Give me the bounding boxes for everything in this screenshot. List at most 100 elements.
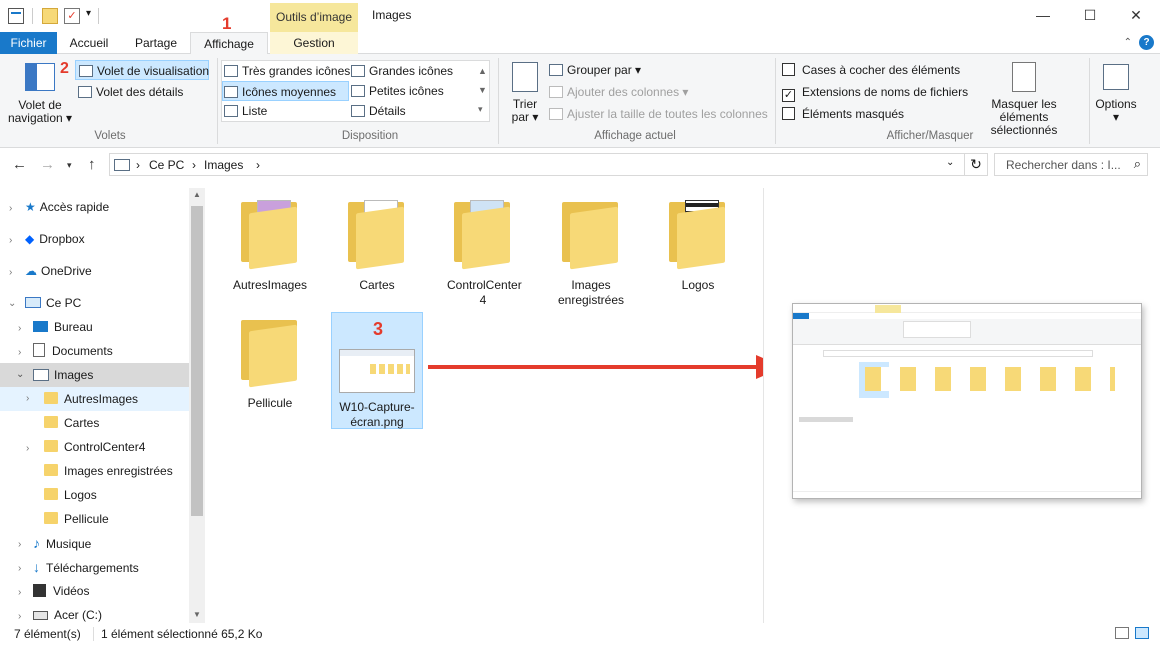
file-name: Images enregistrées — [557, 278, 625, 307]
file-item-logos[interactable]: Logos — [650, 198, 746, 298]
chevron-right-icon[interactable]: › — [9, 235, 12, 246]
sidebar-item-downloads[interactable]: ↓ Téléchargements — [33, 555, 139, 579]
chevron-right-icon[interactable]: › — [18, 347, 21, 358]
search-input[interactable]: Rechercher dans : I... ⌕ — [994, 153, 1148, 176]
sidebar-item-controlcenter4[interactable]: ControlCenter4 — [44, 435, 145, 459]
sidebar-item-quick-access[interactable]: ★ Accès rapide — [25, 195, 109, 219]
chevron-down-icon[interactable]: ⌄ — [16, 363, 24, 387]
annotation-2: 2 — [60, 60, 69, 77]
sidebar-item-autresimages[interactable]: › AutresImages — [0, 387, 189, 411]
options-button[interactable]: Options ▾ — [1092, 62, 1140, 124]
quick-access-dropdown-icon[interactable]: ▾ — [86, 8, 91, 19]
address-bar[interactable]: › Ce PC › Images › — [109, 153, 965, 176]
maximize-button[interactable]: ☐ — [1067, 0, 1113, 30]
chevron-right-icon[interactable]: › — [26, 443, 29, 454]
extensions-checkbox[interactable]: ✓ — [782, 89, 795, 102]
sidebar-item-videos[interactable]: Vidéos — [33, 579, 89, 603]
layout-option-large[interactable]: Grandes icônes — [351, 61, 453, 81]
search-icon[interactable]: ⌕ — [1134, 156, 1141, 172]
layout-gallery-scroll-icon[interactable]: ▲ ▼ ▾ — [478, 62, 487, 119]
preview-pane-button[interactable]: Volet de visualisation — [75, 60, 209, 80]
sidebar-item-label: Musique — [46, 537, 92, 551]
item-checkboxes-toggle[interactable]: Cases à cocher des éléments — [782, 60, 960, 80]
file-name: Cartes — [359, 278, 395, 292]
address-dropdown-icon[interactable]: ⌄ — [946, 157, 954, 168]
chevron-right-icon[interactable]: › — [18, 539, 21, 550]
chevron-down-icon[interactable]: ⌄ — [8, 298, 16, 309]
tab-home[interactable]: Accueil — [60, 32, 118, 54]
file-item-controlcenter4[interactable]: ControlCenter 4 — [435, 198, 531, 308]
add-columns-button[interactable]: Ajouter des colonnes ▾ — [549, 82, 688, 102]
ribbon-collapse-icon[interactable]: ⌃ — [1124, 37, 1132, 48]
chevron-right-icon[interactable]: › — [18, 323, 21, 334]
layout-option-small[interactable]: Petites icônes — [351, 81, 444, 101]
extensions-toggle[interactable]: ✓ Extensions de noms de fichiers — [782, 82, 968, 102]
image-thumbnail-icon — [339, 349, 415, 393]
hidden-items-toggle[interactable]: Éléments masqués — [782, 104, 904, 124]
fit-columns-button[interactable]: Ajuster la taille de toutes les colonnes — [549, 104, 768, 124]
details-view-icon[interactable] — [1115, 627, 1129, 639]
scroll-up-icon[interactable]: ▲ — [193, 190, 201, 199]
layout-option-list[interactable]: Liste — [224, 101, 267, 121]
breadcrumb-images[interactable]: Images — [204, 158, 243, 172]
up-arrow-icon[interactable]: ↑ — [88, 156, 96, 173]
layout-option-extra-large[interactable]: Très grandes icônes — [224, 61, 350, 81]
chevron-right-icon[interactable]: › — [18, 611, 21, 622]
sidebar-item-logos[interactable]: Logos — [44, 483, 97, 507]
window-icon[interactable] — [8, 8, 24, 24]
file-item-cartes[interactable]: Cartes — [329, 198, 425, 298]
sidebar-item-desktop[interactable]: Bureau — [33, 315, 93, 339]
file-item-saved-pictures[interactable]: Images enregistrées — [543, 198, 639, 308]
back-arrow-icon[interactable]: ← — [12, 156, 27, 173]
sidebar-item-documents[interactable]: Documents — [33, 339, 113, 363]
chevron-right-icon[interactable]: › — [9, 267, 12, 278]
sidebar-item-this-pc[interactable]: Ce PC — [25, 291, 81, 315]
chevron-right-icon[interactable]: › — [9, 203, 12, 214]
minimize-button[interactable]: — — [1020, 0, 1066, 30]
sort-by-label: Trier par — [511, 97, 538, 124]
group-label-layout: Disposition — [341, 130, 399, 142]
chevron-right-icon[interactable]: › — [18, 587, 21, 598]
sidebar-item-pellicule[interactable]: Pellicule — [44, 507, 109, 531]
properties-icon[interactable]: ✓ — [64, 8, 80, 24]
folder-icon — [239, 198, 301, 270]
scroll-down-icon[interactable]: ▼ — [193, 610, 201, 619]
sidebar-item-cartes[interactable]: Cartes — [44, 411, 99, 435]
sidebar-item-onedrive[interactable]: ☁ OneDrive — [25, 259, 92, 283]
tab-file[interactable]: Fichier — [0, 32, 57, 54]
refresh-icon[interactable]: ↻ — [964, 153, 988, 176]
details-pane-button[interactable]: Volet des détails — [75, 82, 183, 102]
tab-manage[interactable]: Gestion — [270, 32, 358, 54]
hidden-items-checkbox[interactable] — [782, 107, 795, 120]
sidebar-item-music[interactable]: ♪ Musique — [33, 531, 91, 555]
forward-arrow-icon[interactable]: → — [40, 156, 55, 173]
sort-by-button[interactable]: Trier par ▾ — [506, 60, 544, 124]
item-checkboxes-checkbox[interactable] — [782, 63, 795, 76]
help-icon[interactable]: ? — [1139, 35, 1154, 50]
file-item-pellicule[interactable]: Pellicule — [222, 316, 318, 416]
computer-icon — [25, 297, 41, 308]
folder-icon[interactable] — [42, 8, 58, 24]
large-icons-view-icon[interactable] — [1135, 627, 1149, 639]
chevron-right-icon[interactable]: › — [18, 563, 21, 574]
sidebar-item-saved-pictures[interactable]: Images enregistrées — [44, 459, 173, 483]
layout-option-details[interactable]: Détails — [351, 101, 406, 121]
details-icon — [351, 105, 365, 117]
file-item-autresimages[interactable]: AutresImages — [222, 198, 318, 298]
sidebar-item-images[interactable]: ⌄ Images — [0, 363, 189, 387]
layout-option-medium[interactable]: Icônes moyennes — [222, 81, 349, 101]
sidebar-item-dropbox[interactable]: ◆ Dropbox — [25, 227, 85, 251]
close-button[interactable]: ✕ — [1113, 0, 1159, 30]
breadcrumb-this-pc[interactable]: Ce PC — [149, 158, 184, 172]
tab-view[interactable]: Affichage — [190, 32, 268, 55]
folder-icon — [44, 416, 58, 428]
tab-share[interactable]: Partage — [126, 32, 186, 54]
chevron-right-icon[interactable]: › — [26, 387, 29, 411]
recent-locations-icon[interactable]: ▾ — [67, 160, 72, 171]
sidebar-item-label: Pellicule — [64, 512, 109, 526]
medium-icons-icon — [224, 86, 238, 98]
group-by-button[interactable]: Grouper par ▾ — [549, 60, 641, 80]
title-bar: ✓ ▾ Outils d’image Images — ☐ ✕ — [0, 0, 1160, 32]
sidebar-scroll-thumb[interactable] — [191, 206, 203, 516]
hide-selected-button[interactable]: Masquer les éléments sélectionnés — [966, 62, 1082, 137]
